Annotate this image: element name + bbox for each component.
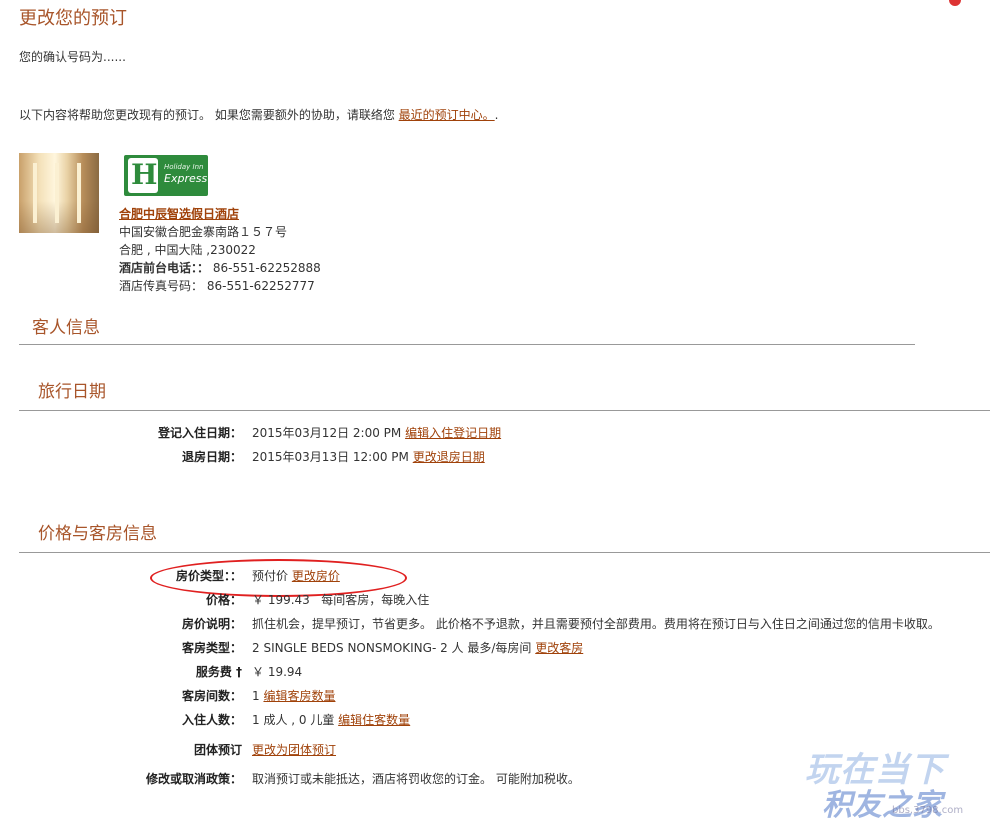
travel-section-title: 旅行日期	[38, 382, 106, 402]
price-divider	[19, 552, 990, 553]
watermark-line2: 积友之家	[822, 788, 942, 823]
guest-section-title: 客人信息	[32, 318, 100, 338]
group-label: 团体预订	[193, 743, 242, 757]
help-text-suffix: .	[494, 108, 499, 122]
rooms-label-row: 客房间数：	[0, 687, 242, 705]
change-room-link[interactable]: 更改客房	[535, 641, 583, 655]
rooms-value-row: 1 编辑客房数量	[252, 687, 335, 705]
checkin-label: 登记入住日期：	[157, 426, 242, 440]
service-fee-value-row: ￥ 19.94	[252, 663, 302, 681]
help-text-body: 以下内容将帮助您更改现有的预订。 如果您需要额外的协助，请联络您	[19, 108, 399, 122]
hotel-photo[interactable]	[19, 153, 99, 233]
policy-value-row: 取消预订或未能抵达，酒店将罚收您的订金。 可能附加税收。	[252, 770, 580, 788]
notification-badge	[949, 0, 961, 6]
checkout-value: 2015年03月13日 12:00 PM	[252, 450, 409, 464]
group-value-row: 更改为团体预订	[252, 741, 336, 759]
hotel-name-link[interactable]: 合肥中辰智选假日酒店	[119, 207, 239, 221]
page-title: 更改您的预订	[19, 8, 127, 29]
room-type-label-row: 客房类型：	[0, 639, 242, 657]
hotel-address-line1: 中国安徽合肥金寨南路１５７号	[119, 225, 288, 239]
rate-desc-label: 房价说明：	[181, 617, 242, 631]
policy-label: 修改或取消政策：	[145, 772, 242, 786]
change-rate-link[interactable]: 更改房价	[292, 569, 340, 583]
rate-desc-value: 抓住机会，提早预订，节省更多。 此价格不予退款，并且需要预付全部费用。费用将在预…	[252, 617, 940, 631]
watermark-url: bbs.3798.com	[892, 805, 964, 816]
checkout-row: 退房日期：	[0, 448, 242, 466]
room-type-value: 2 SINGLE BEDS NONSMOKING- 2 人 最多/每房间	[252, 641, 532, 655]
rate-type-value: 预付价	[252, 569, 289, 583]
hotel-phone-label: 酒店前台电话：：	[119, 261, 210, 275]
policy-label-row: 修改或取消政策：	[0, 770, 242, 788]
rate-type-value-row: 预付价 更改房价	[252, 567, 340, 585]
price-value-row: ￥ 199.43 每间客房，每晚入住	[252, 591, 429, 609]
group-label-row: 团体预订	[0, 741, 242, 759]
checkout-value-row: 2015年03月13日 12:00 PM 更改退房日期	[252, 448, 485, 466]
hotel-address-line2: 合肥 , 中国大陆 ,230022	[119, 243, 256, 257]
checkin-value-row: 2015年03月12日 2:00 PM 编辑入住登记日期	[252, 424, 501, 442]
guests-value: 1 成人 , 0 儿童	[252, 713, 335, 727]
hotel-fax-label: 酒店传真号码：	[119, 279, 204, 293]
rate-desc-label-row: 房价说明：	[0, 615, 242, 633]
edit-checkout-link[interactable]: 更改退房日期	[413, 450, 485, 464]
price-label: 价格：	[205, 593, 242, 607]
price-section-title: 价格与客房信息	[38, 524, 157, 544]
reservation-center-link[interactable]: 最近的预订中心。	[399, 108, 495, 122]
help-text: 以下内容将帮助您更改现有的预订。 如果您需要额外的协助，请联络您 最近的预订中心…	[19, 106, 498, 123]
group-booking-link[interactable]: 更改为团体预订	[252, 743, 336, 757]
rate-type-label-row: 房价类型：：	[0, 567, 242, 585]
guest-divider	[19, 344, 915, 345]
checkin-row: 登记入住日期：	[0, 424, 242, 442]
rooms-label: 客房间数：	[181, 689, 242, 703]
edit-guests-link[interactable]: 编辑住客数量	[338, 713, 410, 727]
hotel-fax: 86-551-62252777	[206, 279, 315, 293]
rate-type-label: 房价类型：：	[175, 569, 242, 583]
guests-value-row: 1 成人 , 0 儿童 编辑住客数量	[252, 711, 410, 729]
holiday-inn-express-logo: H Holiday Inn Express	[124, 155, 208, 196]
logo-text-large: Express	[164, 172, 208, 185]
guests-label: 入住人数：	[181, 713, 242, 727]
hotel-info: 合肥中辰智选假日酒店 中国安徽合肥金寨南路１５７号 合肥 , 中国大陆 ,230…	[119, 205, 321, 295]
guests-label-row: 入住人数：	[0, 711, 242, 729]
price-value: ￥ 199.43 每间客房，每晚入住	[252, 593, 430, 607]
room-type-value-row: 2 SINGLE BEDS NONSMOKING- 2 人 最多/每房间 更改客…	[252, 639, 583, 657]
service-fee-label: 服务费 †	[195, 665, 242, 679]
service-fee-label-row: 服务费 †	[0, 663, 242, 681]
checkin-value: 2015年03月12日 2:00 PM	[252, 426, 402, 440]
room-type-label: 客房类型：	[181, 641, 242, 655]
rate-desc-value-row: 抓住机会，提早预订，节省更多。 此价格不予退款，并且需要预付全部费用。费用将在预…	[252, 615, 940, 633]
service-fee-value: ￥ 19.94	[252, 665, 303, 679]
logo-text-small: Holiday Inn	[164, 163, 204, 171]
edit-checkin-link[interactable]: 编辑入住登记日期	[405, 426, 501, 440]
checkout-label: 退房日期：	[181, 450, 242, 464]
logo-h-icon: H	[128, 158, 158, 193]
policy-value: 取消预订或未能抵达，酒店将罚收您的订金。 可能附加税收。	[252, 772, 580, 786]
travel-divider	[19, 410, 990, 411]
hotel-phone: 86-551-62252888	[212, 261, 321, 275]
price-label-row: 价格：	[0, 591, 242, 609]
edit-rooms-link[interactable]: 编辑客房数量	[263, 689, 335, 703]
confirmation-number: 您的确认号码为......	[19, 50, 126, 64]
rooms-value: 1	[252, 689, 260, 703]
